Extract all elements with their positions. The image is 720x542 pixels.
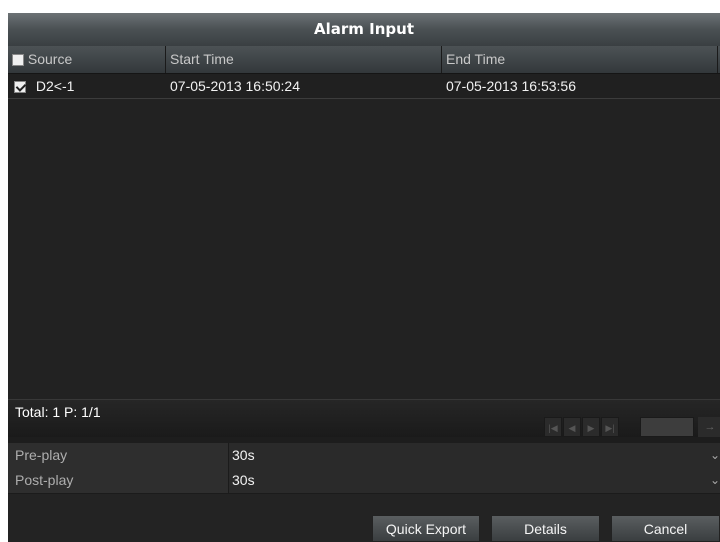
row-checkbox[interactable] xyxy=(14,81,26,93)
quick-export-button[interactable]: Quick Export xyxy=(372,515,480,542)
source-value: D2<-1 xyxy=(35,78,75,94)
source-header-label: Source xyxy=(27,51,73,67)
postplay-value: 30s xyxy=(232,472,255,488)
end-time-header[interactable]: End Time xyxy=(442,46,718,73)
end-time-cell: 07-05-2013 16:53:56 xyxy=(446,78,576,94)
first-page-icon[interactable]: |◀ xyxy=(544,417,562,437)
next-page-icon[interactable]: ▶ xyxy=(582,417,600,437)
preplay-value: 30s xyxy=(232,447,255,463)
chevron-down-icon: ⌄ xyxy=(709,473,720,487)
total-pages-label: Total: 1 P: 1/1 xyxy=(15,404,101,420)
last-page-icon[interactable]: ▶| xyxy=(601,417,619,437)
page-number-input[interactable] xyxy=(640,417,694,437)
table-header: Source Start Time End Time xyxy=(8,46,720,74)
go-arrow-icon[interactable]: → xyxy=(698,417,720,437)
start-time-cell: 07-05-2013 16:50:24 xyxy=(170,78,300,94)
start-time-header[interactable]: Start Time xyxy=(166,46,442,73)
playback-settings: Pre-play 30s ⌄ Post-play 30s ⌄ xyxy=(8,437,720,494)
preplay-label: Pre-play xyxy=(15,447,68,463)
table-footer: Total: 1 P: 1/1 |◀ ◀ ▶ ▶| → xyxy=(8,399,720,438)
prev-page-icon[interactable]: ◀ xyxy=(563,417,581,437)
postplay-select[interactable]: 30s ⌄ xyxy=(228,468,720,493)
preplay-row: Pre-play 30s ⌄ xyxy=(8,443,720,469)
alarm-input-dialog: Alarm Input Source Start Time End Time D… xyxy=(8,13,720,542)
source-header: Source xyxy=(8,46,166,73)
table-row[interactable]: D2<-1 07-05-2013 16:50:24 07-05-2013 16:… xyxy=(8,74,720,99)
details-button[interactable]: Details xyxy=(491,515,600,542)
cancel-button[interactable]: Cancel xyxy=(611,515,720,542)
postplay-row: Post-play 30s ⌄ xyxy=(8,468,720,494)
source-cell: D2<-1 xyxy=(14,74,74,98)
start-time-header-label: Start Time xyxy=(170,51,234,67)
end-time-header-label: End Time xyxy=(446,51,506,67)
select-all-checkbox[interactable] xyxy=(12,54,24,66)
preplay-select[interactable]: 30s ⌄ xyxy=(228,443,720,468)
postplay-label: Post-play xyxy=(15,472,74,488)
table-body-empty-area xyxy=(8,99,720,399)
chevron-down-icon: ⌄ xyxy=(709,448,720,462)
dialog-title: Alarm Input xyxy=(8,13,720,46)
